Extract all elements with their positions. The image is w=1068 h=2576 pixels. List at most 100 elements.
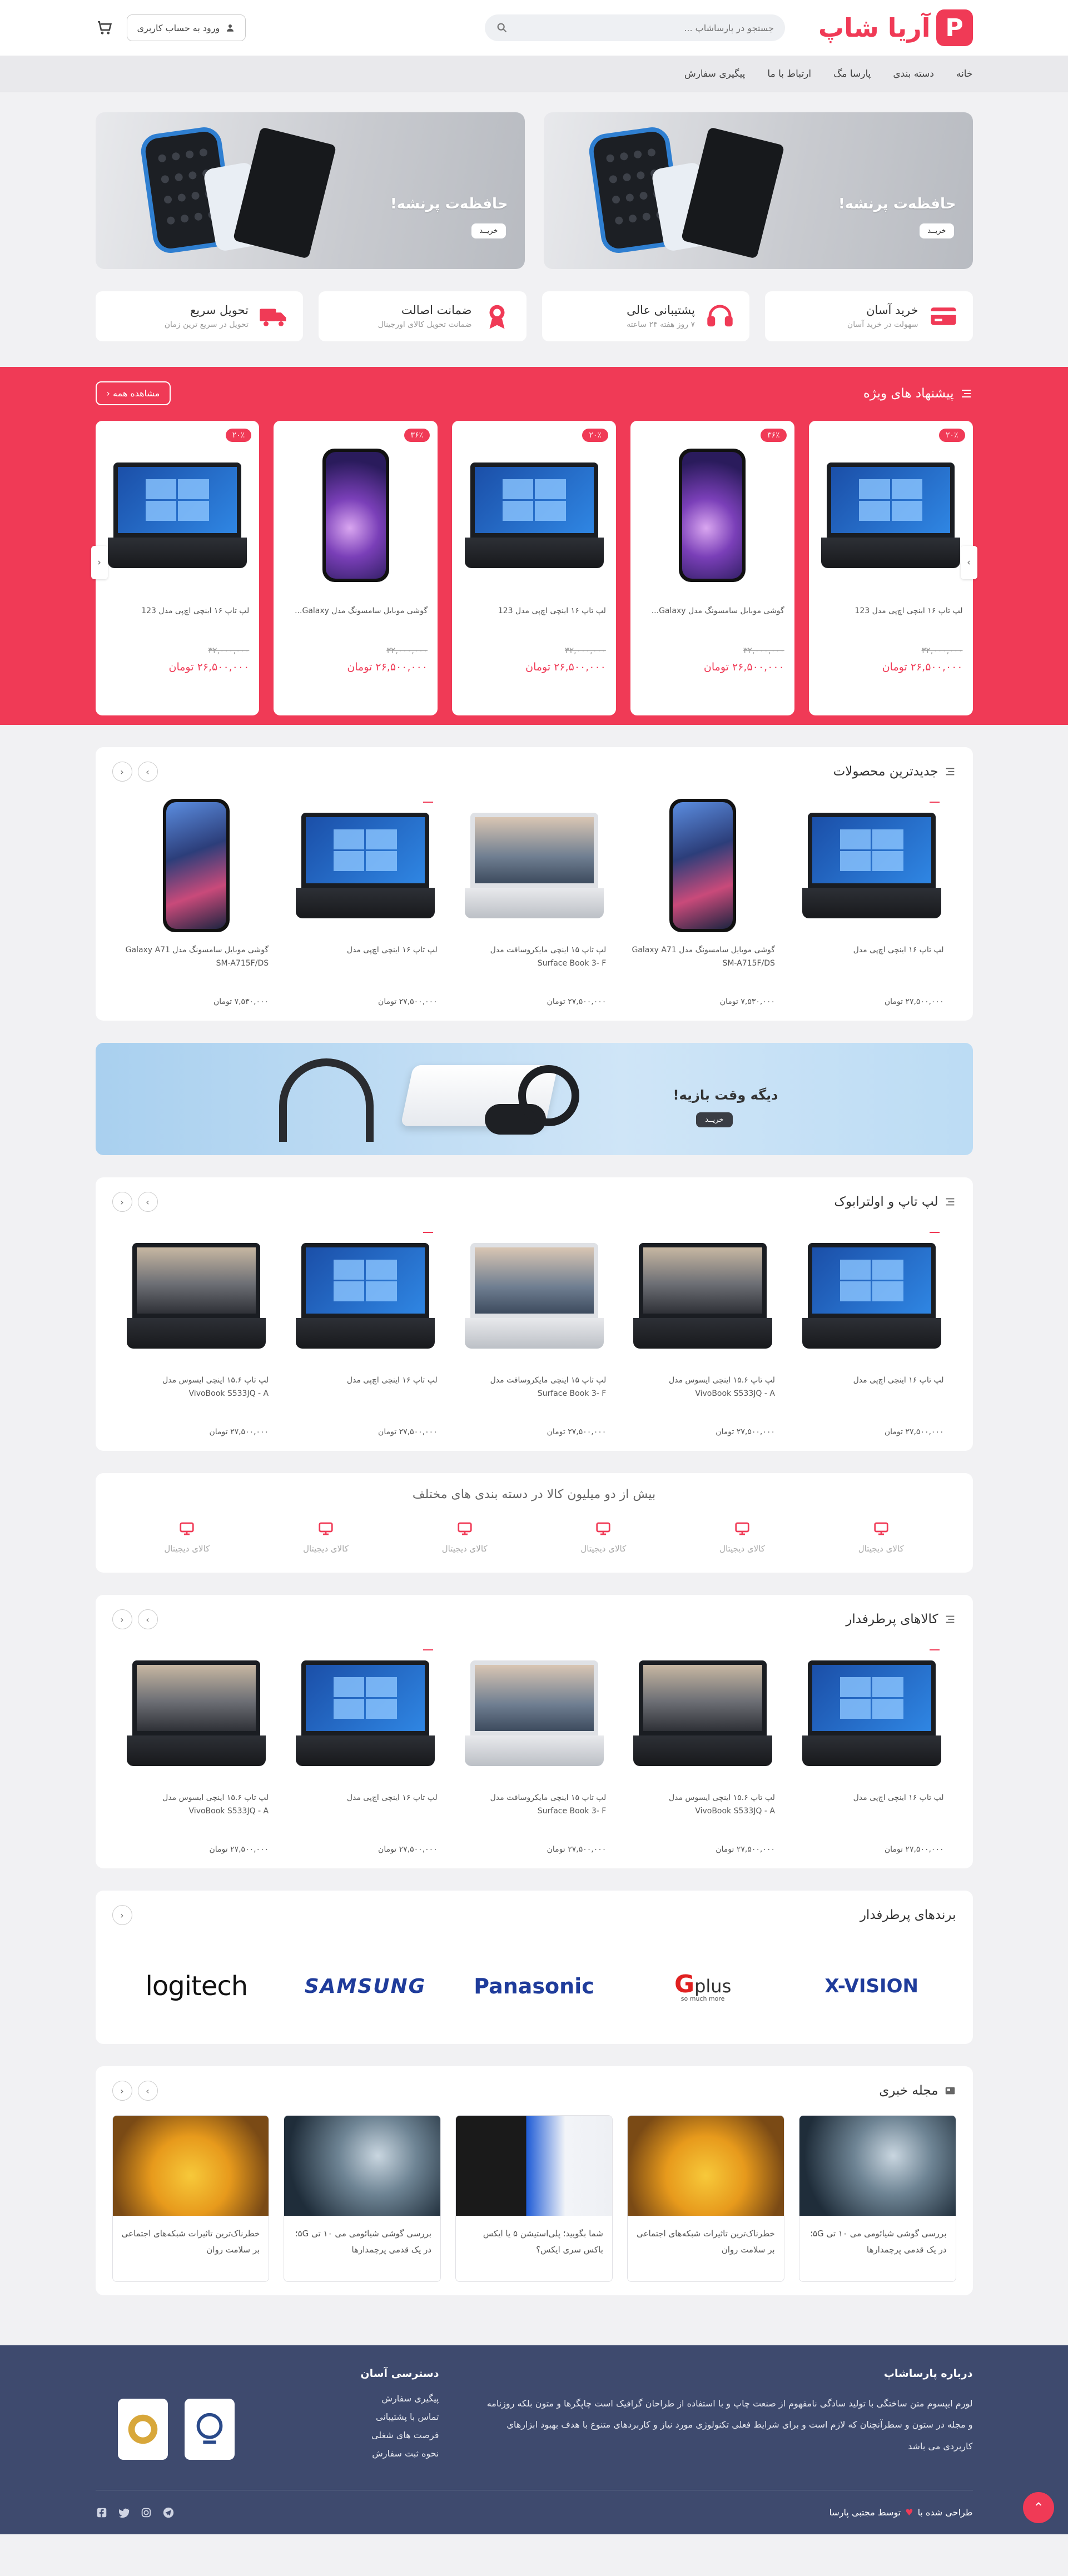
product-card[interactable]: لپ تاپ ۱۵.۶ اینچی ایسوس مدل VivoBook S53… — [112, 1232, 281, 1436]
post-title: شما بگویید؛ پلی‌استیشن ۵ یا ایکس باکس سر… — [483, 2229, 603, 2255]
laptop-image — [633, 1660, 773, 1766]
offers-title: پیشنهاد های ویژه — [863, 386, 954, 401]
carousel-prev-button[interactable]: ‹ — [112, 1609, 132, 1629]
offers-carousel[interactable]: ۲۰٪ لپ تاپ ۱۶ اینچی اچ‌پی مدل 123 ۳۲,۰۰۰… — [91, 421, 977, 715]
feature-authentic: ضمانت اصالت ضمانت تحویل کالای اورجینال — [319, 291, 526, 341]
scroll-top-button[interactable]: ⌃ — [1023, 2492, 1054, 2523]
product-card[interactable]: لپ تاپ ۱۵ اینچی مایکروسافت مدل Surface B… — [450, 1649, 619, 1854]
footer-link-support[interactable]: تماس با پشتیبانی — [360, 2411, 439, 2422]
banner-title: حافظه‌ت پرنشه! — [390, 196, 508, 212]
list-icon — [946, 768, 954, 775]
offer-card[interactable]: ۳۶٪ گوشی موبایل سامسونگ مدل Galaxy... ۳۲… — [274, 421, 438, 715]
category-item[interactable]: کالای دیجیتال — [117, 1520, 256, 1554]
product-card[interactable]: لپ تاپ ۱۶ اینچی اچ‌پی مدل ۲۷,۵۰۰,۰۰۰ توم… — [281, 1232, 450, 1436]
banner-buy-button[interactable]: خریــد — [920, 223, 954, 238]
instagram-icon[interactable] — [140, 2507, 152, 2519]
see-all-button[interactable]: مشاهده همه ‹ — [95, 381, 171, 405]
old-price: ۳۲,۰۰۰,۰۰۰ — [564, 645, 606, 655]
offer-card[interactable]: ۲۰٪ لپ تاپ ۱۶ اینچی اچ‌پی مدل 123 ۳۲,۰۰۰… — [452, 421, 616, 715]
phone-image — [163, 799, 230, 932]
product-card[interactable]: گوشی موبایل سامسونگ مدل Galaxy A71 SM-A7… — [618, 799, 787, 1006]
facebook-icon[interactable] — [96, 2507, 108, 2519]
blog-post-card[interactable]: خطرناک‌ترین تاثیرات شبکه‌های اجتماعی بر … — [112, 2115, 270, 2282]
section-title: لپ تاپ و اولترابوک — [834, 1195, 938, 1209]
card-icon — [931, 307, 956, 325]
site-logo[interactable]: P آریا شاپ — [818, 9, 973, 46]
nav-home[interactable]: خانه — [956, 68, 973, 79]
feature-title: خرید آسان — [866, 304, 918, 317]
newest-products-section: جدیدترین محصولات › ‹ لپ تاپ ۱۶ اینچی اچ‌پ… — [95, 747, 973, 1021]
brand-panasonic[interactable]: Panasonic — [450, 1974, 619, 1998]
product-name: لپ تاپ ۱۵.۶ اینچی ایسوس مدل VivoBook S53… — [162, 1793, 269, 1816]
product-card[interactable]: گوشی موبایل سامسونگ مدل Galaxy A71 SM-A7… — [112, 799, 281, 1006]
carousel-next-button[interactable]: › — [960, 546, 977, 579]
carousel-prev-button[interactable]: ‹ — [112, 1905, 132, 1925]
new-mark — [423, 1649, 433, 1650]
promo-banner[interactable]: حافظه‌ت پرنشه! خریــد — [543, 112, 973, 269]
telegram-icon[interactable] — [162, 2507, 175, 2519]
product-card[interactable]: لپ تاپ ۱۵ اینچی مایکروسافت مدل Surface B… — [450, 802, 619, 1006]
banner-buy-button[interactable]: خریــد — [471, 223, 506, 238]
category-label: کالای دیجیتال — [580, 1544, 627, 1554]
carousel-next-button[interactable]: › — [137, 1192, 158, 1212]
product-price: ۲۷,۵۰۰,۰۰۰ تومان — [209, 1845, 269, 1854]
product-card[interactable]: لپ تاپ ۱۵.۶ اینچی ایسوس مدل VivoBook S53… — [618, 1232, 787, 1436]
promo-banner[interactable]: حافظه‌ت پرنشه! خریــد — [95, 112, 525, 269]
carousel-prev-button[interactable]: ‹ — [91, 546, 108, 579]
search-box[interactable] — [484, 14, 785, 41]
brand-samsung[interactable]: SAMSUNG — [281, 1975, 450, 1998]
carousel-prev-button[interactable]: ‹ — [112, 2081, 132, 2101]
footer-link-howto[interactable]: نحوه ثبت سفارش — [360, 2448, 439, 2459]
footer-link-track[interactable]: پیگیری سفارش — [360, 2393, 439, 2404]
logo-mark: P — [936, 9, 973, 46]
search-icon[interactable] — [496, 22, 508, 34]
product-card[interactable]: لپ تاپ ۱۵.۶ اینچی ایسوس مدل VivoBook S53… — [112, 1649, 281, 1854]
brand-gplus[interactable]: Gplus so much more — [618, 1970, 787, 2002]
category-item[interactable]: کالای دیجیتال — [395, 1520, 534, 1554]
carousel-next-button[interactable]: › — [137, 1609, 158, 1629]
brand-logitech[interactable]: logitech — [112, 1971, 281, 2002]
category-item[interactable]: کالای دیجیتال — [673, 1520, 812, 1554]
wheel-image — [518, 1065, 579, 1126]
footer-credit: طراحی شده با ♥ توسط مجتبی پارسا — [829, 2507, 973, 2518]
blog-post-card[interactable]: شما بگویید؛ پلی‌استیشن ۵ یا ایکس باکس سر… — [455, 2115, 613, 2282]
carousel-next-button[interactable]: › — [137, 762, 158, 782]
samandehi-logo — [128, 2414, 157, 2444]
carousel-prev-button[interactable]: ‹ — [112, 762, 132, 782]
product-card[interactable]: لپ تاپ ۱۶ اینچی اچ‌پی مدل ۲۷,۵۰۰,۰۰۰ توم… — [787, 1649, 956, 1854]
footer-about-title: درباره پارساشاپ — [883, 2368, 973, 2380]
offer-card[interactable]: ۳۶٪ گوشی موبایل سامسونگ مدل Galaxy... ۳۲… — [630, 421, 794, 715]
nav-categories[interactable]: دسته بندی — [893, 68, 934, 79]
brand-xvision[interactable]: X-VISION — [787, 1975, 956, 1997]
category-item[interactable]: کالای دیجیتال — [812, 1520, 951, 1554]
nav-track-order[interactable]: پیگیری سفارش — [684, 68, 745, 79]
samandehi-badge[interactable] — [117, 2399, 168, 2460]
twitter-icon[interactable] — [118, 2507, 130, 2519]
carousel-prev-button[interactable]: ‹ — [112, 1192, 132, 1212]
blog-post-card[interactable]: بررسی گوشی شیائومی می ۱۰ تی ۵G؛ در یک قد… — [284, 2115, 441, 2282]
product-card[interactable]: لپ تاپ ۱۵.۶ اینچی ایسوس مدل VivoBook S53… — [618, 1649, 787, 1854]
enamad-badge[interactable] — [184, 2399, 235, 2460]
blog-post-card[interactable]: خطرناک‌ترین تاثیرات شبکه‌های اجتماعی بر … — [627, 2115, 784, 2282]
blog-post-card[interactable]: بررسی گوشی شیائومی می ۱۰ تی ۵G؛ در یک قد… — [798, 2115, 956, 2282]
nav-contact[interactable]: ارتباط با ما — [767, 68, 811, 79]
product-card[interactable]: لپ تاپ ۱۶ اینچی اچ‌پی مدل ۲۷,۵۰۰,۰۰۰ توم… — [787, 802, 956, 1006]
offer-card[interactable]: ۲۰٪ لپ تاپ ۱۶ اینچی اچ‌پی مدل 123 ۳۲,۰۰۰… — [808, 421, 973, 715]
category-item[interactable]: کالای دیجیتال — [534, 1520, 673, 1554]
carousel-next-button[interactable]: › — [137, 2081, 158, 2101]
category-item[interactable]: کالای دیجیتال — [256, 1520, 395, 1554]
login-button[interactable]: ورود به حساب کاربری — [126, 14, 246, 41]
footer-link-jobs[interactable]: فرصت های شغلی — [360, 2430, 439, 2440]
offer-card[interactable]: ۲۰٪ لپ تاپ ۱۶ اینچی اچ‌پی مدل 123 ۳۲,۰۰۰… — [95, 421, 260, 715]
see-all-label: مشاهده همه — [112, 388, 160, 399]
nav-mag[interactable]: پارسا مگ — [833, 68, 871, 79]
search-input[interactable] — [513, 22, 774, 33]
cart-icon[interactable] — [96, 19, 113, 37]
product-card[interactable]: لپ تاپ ۱۵ اینچی مایکروسافت مدل Surface B… — [450, 1232, 619, 1436]
product-card[interactable]: لپ تاپ ۱۶ اینچی اچ‌پی مدل ۲۷,۵۰۰,۰۰۰ توم… — [281, 1649, 450, 1854]
banner-buy-button[interactable]: خریــد — [696, 1112, 733, 1127]
gaming-banner[interactable]: دیگه وقت بازیه! خریــد — [95, 1043, 973, 1155]
banner-title: دیگه وقت بازیه! — [673, 1087, 778, 1103]
product-card[interactable]: لپ تاپ ۱۶ اینچی اچ‌پی مدل ۲۷,۵۰۰,۰۰۰ توم… — [281, 802, 450, 1006]
product-card[interactable]: لپ تاپ ۱۶ اینچی اچ‌پی مدل ۲۷,۵۰۰,۰۰۰ توم… — [787, 1232, 956, 1436]
